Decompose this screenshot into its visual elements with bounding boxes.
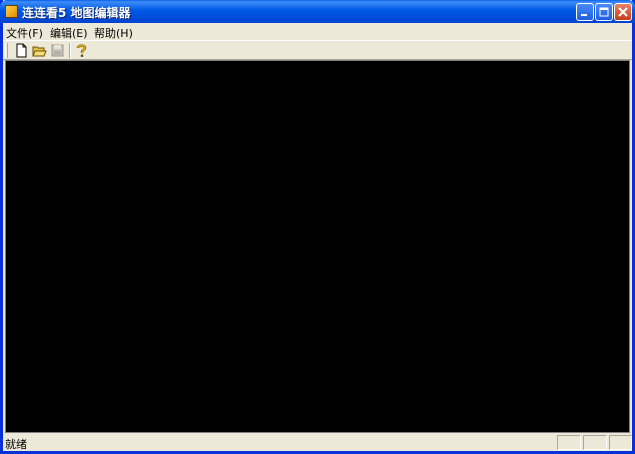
window-title: 连连看5 地图编辑器 [22,6,131,20]
menu-file[interactable]: 文件(F) [6,25,43,41]
maximize-icon [599,7,609,17]
close-button[interactable] [614,3,632,21]
app-window: 连连看5 地图编辑器 文件(F) 编辑(E) 帮助(H) 就绪 [0,0,635,454]
minimize-button[interactable] [576,3,594,21]
menu-bar: 文件(F) 编辑(E) 帮助(H) [3,23,632,40]
help-icon[interactable] [74,43,89,58]
open-folder-icon[interactable] [32,43,47,58]
menu-help[interactable]: 帮助(H) [94,25,133,41]
status-bar: 就绪 [3,433,632,451]
menu-edit[interactable]: 编辑(E) [50,25,88,41]
close-icon [618,7,628,17]
toolbar [3,40,632,60]
toolbar-grip[interactable] [5,43,8,58]
toolbar-separator [69,43,71,58]
status-pane-1 [557,435,581,450]
status-pane-2 [583,435,607,450]
minimize-icon [581,14,587,16]
title-bar[interactable]: 连连看5 地图编辑器 [0,0,635,23]
save-disk-icon[interactable] [50,43,65,58]
maximize-button[interactable] [595,3,613,21]
map-canvas[interactable] [5,60,630,433]
new-document-icon[interactable] [14,43,29,58]
status-pane-3 [609,435,632,450]
app-icon [5,5,18,18]
status-text: 就绪 [5,438,27,451]
